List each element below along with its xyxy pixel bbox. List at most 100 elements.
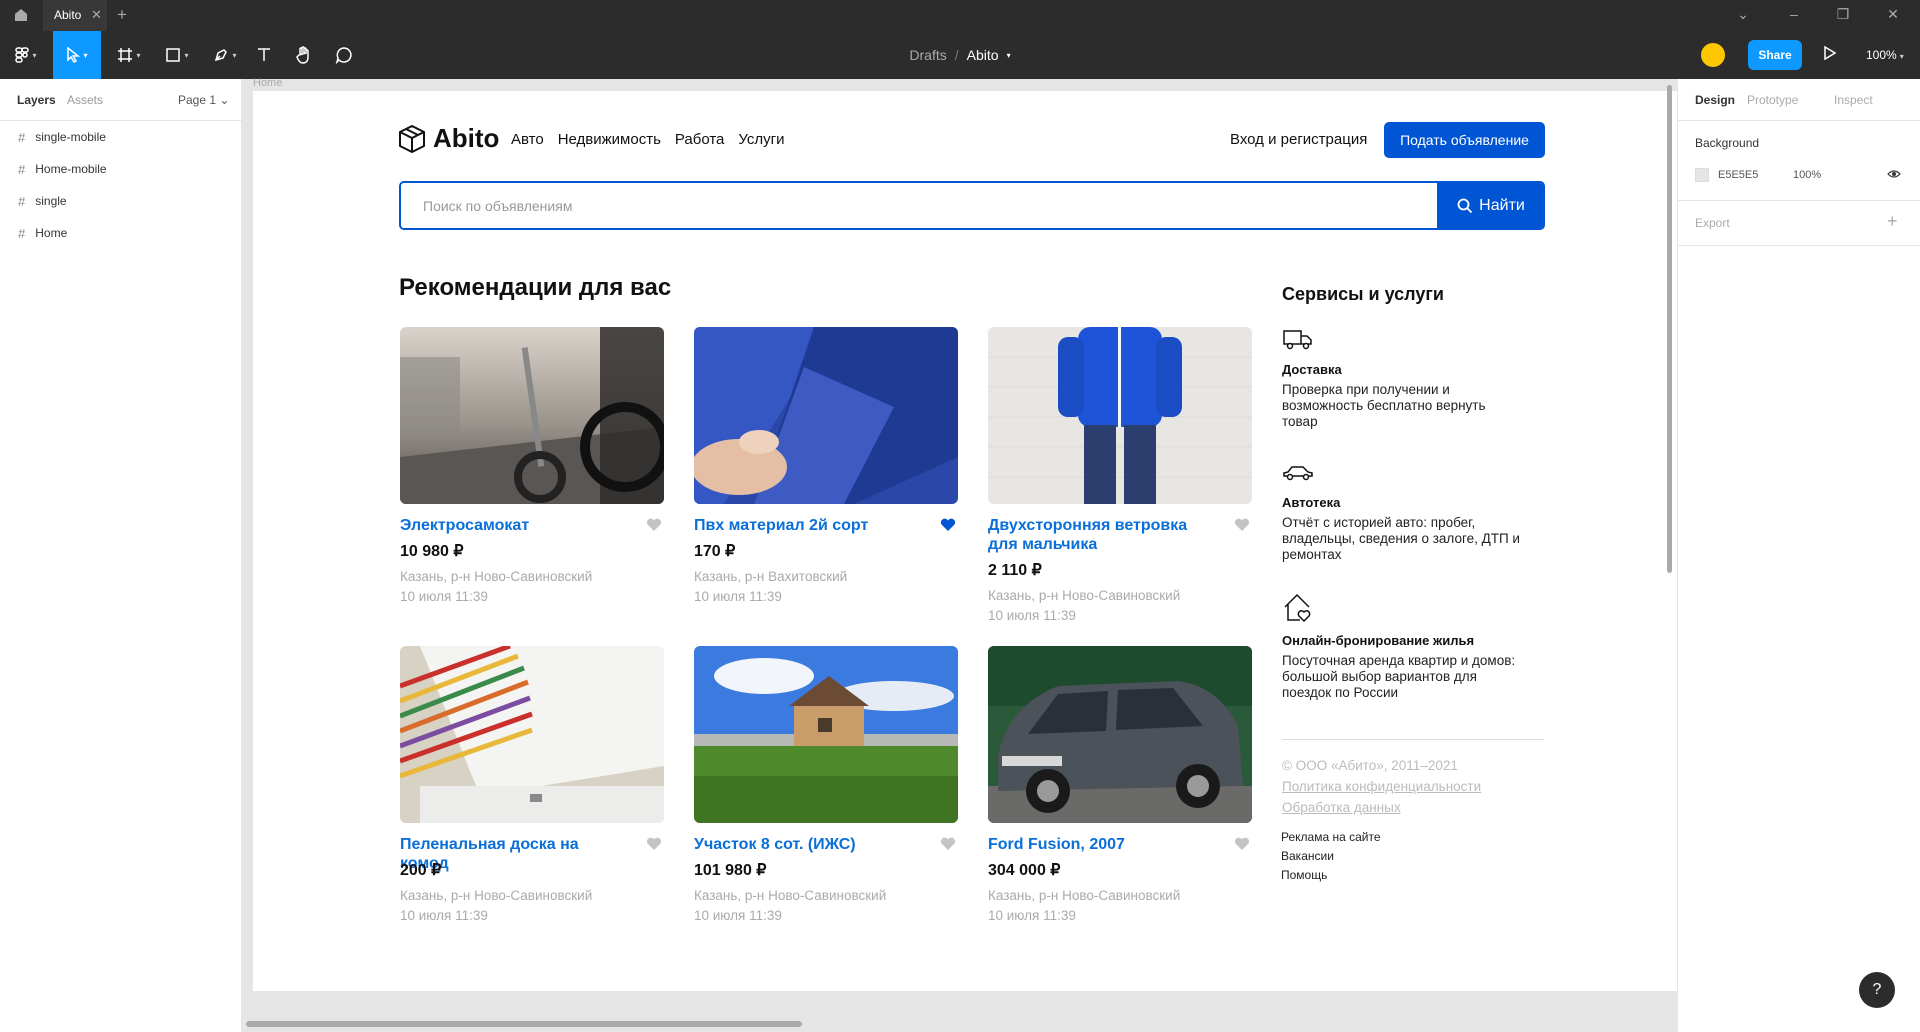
home-frame[interactable]: Abito Авто Недвижимость Работа Услуги Вх…	[253, 91, 1677, 991]
search-button[interactable]: Найти	[1437, 183, 1543, 228]
vertical-scrollbar[interactable]	[1667, 85, 1672, 573]
add-export-icon[interactable]: +	[1887, 211, 1898, 232]
maximize-icon[interactable]: ❐	[1833, 6, 1853, 23]
layer-label: single	[35, 194, 67, 208]
frame-tool[interactable]: ▾	[111, 31, 147, 79]
favorite-heart-icon[interactable]	[646, 837, 662, 851]
text-tool[interactable]	[254, 31, 274, 79]
listing-title[interactable]: Двухсторонняя ветровка для мальчика	[988, 516, 1218, 554]
close-tab-icon[interactable]: ✕	[91, 7, 102, 23]
search-icon	[1457, 198, 1473, 213]
zoom-level[interactable]: 100% ▾	[1866, 48, 1904, 62]
box-logo-icon	[399, 124, 425, 153]
close-window-icon[interactable]: ✕	[1883, 6, 1903, 23]
file-name[interactable]: Abito	[967, 47, 999, 63]
listing-card[interactable]: Электросамокат 10 980 ₽ Казань, р-н Ново…	[400, 327, 664, 617]
hand-tool[interactable]	[293, 31, 315, 79]
shape-tool[interactable]: ▾	[159, 31, 195, 79]
listing-title[interactable]: Участок 8 сот. (ИЖС)	[694, 835, 924, 854]
tab-inspect[interactable]: Inspect	[1834, 93, 1873, 107]
post-ad-button[interactable]: Подать объявление	[1384, 122, 1545, 158]
frame-label[interactable]: Home	[253, 77, 282, 89]
search-input[interactable]	[401, 183, 1437, 228]
left-panel-tabs: Layers Assets Page 1 ⌄	[0, 79, 241, 121]
new-tab-icon[interactable]: +	[117, 5, 127, 25]
favorite-heart-icon[interactable]	[1234, 518, 1250, 532]
services-title: Сервисы и услуги	[1282, 284, 1444, 304]
nav-item-jobs[interactable]: Работа	[675, 131, 725, 148]
nav-item-services[interactable]: Услуги	[738, 131, 784, 148]
listing-photo[interactable]	[400, 327, 664, 504]
listing-date: 10 июля 11:39	[988, 908, 1076, 923]
privacy-link[interactable]: Политика конфиденциальности	[1282, 779, 1481, 794]
layer-label: Home-mobile	[35, 162, 107, 176]
favorite-heart-icon[interactable]	[646, 518, 662, 532]
tab-design[interactable]: Design	[1695, 93, 1735, 107]
background-opacity[interactable]: 100%	[1793, 169, 1821, 181]
present-icon[interactable]	[1823, 45, 1837, 61]
background-hex[interactable]: E5E5E5	[1718, 169, 1758, 181]
listing-card[interactable]: Участок 8 сот. (ИЖС) 101 980 ₽ Казань, р…	[694, 646, 958, 936]
file-menu-chevron-icon[interactable]: ▾	[1007, 51, 1011, 60]
listing-location: Казань, р-н Вахитовский	[694, 569, 848, 584]
service-title: Доставка	[1282, 362, 1342, 377]
service-item-delivery[interactable]: Доставка Проверка при получении и возмож…	[1282, 327, 1522, 437]
tab-prototype[interactable]: Prototype	[1747, 93, 1798, 107]
listing-photo[interactable]	[400, 646, 664, 823]
listing-card[interactable]: Двухсторонняя ветровка для мальчика 2 11…	[988, 327, 1252, 637]
file-tab[interactable]: Abito ✕	[43, 0, 107, 31]
login-link[interactable]: Вход и регистрация	[1230, 131, 1367, 148]
listing-photo[interactable]	[988, 646, 1252, 823]
footer-link-jobs[interactable]: Вакансии	[1281, 849, 1334, 863]
listing-card[interactable]: Ford Fusion, 2007 304 000 ₽ Казань, р-н …	[988, 646, 1252, 936]
minimize-icon[interactable]: –	[1784, 6, 1804, 22]
share-button[interactable]: Share	[1748, 40, 1802, 70]
data-processing-link[interactable]: Обработка данных	[1282, 800, 1401, 815]
comment-tool[interactable]	[333, 31, 355, 79]
footer-link-help[interactable]: Помощь	[1281, 868, 1327, 882]
listing-card[interactable]: Пеленальная доска на комод 200 ₽ Казань,…	[400, 646, 664, 936]
nav-item-realty[interactable]: Недвижимость	[558, 131, 661, 148]
layers-panel: Layers Assets Page 1 ⌄ # single-mobile # H…	[0, 79, 242, 1032]
service-desc: Отчёт с историей авто: пробег, владельцы…	[1282, 515, 1520, 562]
listing-title[interactable]: Электросамокат	[400, 516, 630, 535]
service-item-booking[interactable]: Онлайн-бронирование жилья Посуточная аре…	[1282, 592, 1522, 712]
abito-logo[interactable]: Abito	[398, 123, 499, 154]
tab-layers[interactable]: Layers	[17, 93, 56, 107]
eye-icon[interactable]	[1887, 169, 1901, 179]
avatar[interactable]	[1701, 43, 1725, 67]
main-menu-button[interactable]: ▾	[8, 31, 44, 79]
listing-photo[interactable]	[694, 327, 958, 504]
nav-item-auto[interactable]: Авто	[511, 131, 544, 148]
help-button[interactable]: ?	[1859, 972, 1895, 1008]
favorite-heart-icon-active[interactable]	[940, 518, 956, 532]
house-heart-icon	[1284, 593, 1311, 623]
listing-card[interactable]: Пвх материал 2й сорт 170 ₽ Казань, р-н В…	[694, 327, 958, 617]
listing-date: 10 июля 11:39	[694, 589, 782, 604]
figma-menu-icon	[15, 47, 30, 63]
layer-item[interactable]: # single	[0, 185, 241, 217]
tab-assets[interactable]: Assets	[67, 93, 103, 107]
background-swatch[interactable]	[1695, 168, 1709, 182]
listing-title[interactable]: Ford Fusion, 2007	[988, 835, 1218, 854]
breadcrumb-drafts[interactable]: Drafts	[909, 47, 946, 63]
footer-link-ads[interactable]: Реклама на сайте	[1281, 830, 1381, 844]
layer-item[interactable]: # Home-mobile	[0, 153, 241, 185]
layer-item[interactable]: # single-mobile	[0, 121, 241, 153]
listing-photo[interactable]	[988, 327, 1252, 504]
horizontal-scrollbar[interactable]	[246, 1021, 802, 1027]
logo-text: Abito	[433, 123, 500, 153]
service-item-autoteka[interactable]: Автотека Отчёт с историей авто: пробег, …	[1282, 464, 1522, 574]
home-icon[interactable]	[12, 6, 30, 24]
pen-icon	[215, 49, 228, 62]
page-selector[interactable]: Page 1 ⌄	[178, 93, 229, 107]
tab-list-icon[interactable]: ⌄	[1733, 6, 1753, 23]
move-tool[interactable]: ▾	[53, 31, 101, 79]
favorite-heart-icon[interactable]	[940, 837, 956, 851]
listing-title[interactable]: Пвх материал 2й сорт	[694, 516, 924, 535]
background-section: Background E5E5E5 100%	[1678, 121, 1920, 201]
listing-photo[interactable]	[694, 646, 958, 823]
layer-item[interactable]: # Home	[0, 217, 241, 249]
favorite-heart-icon[interactable]	[1234, 837, 1250, 851]
pen-tool[interactable]: ▾	[207, 31, 243, 79]
